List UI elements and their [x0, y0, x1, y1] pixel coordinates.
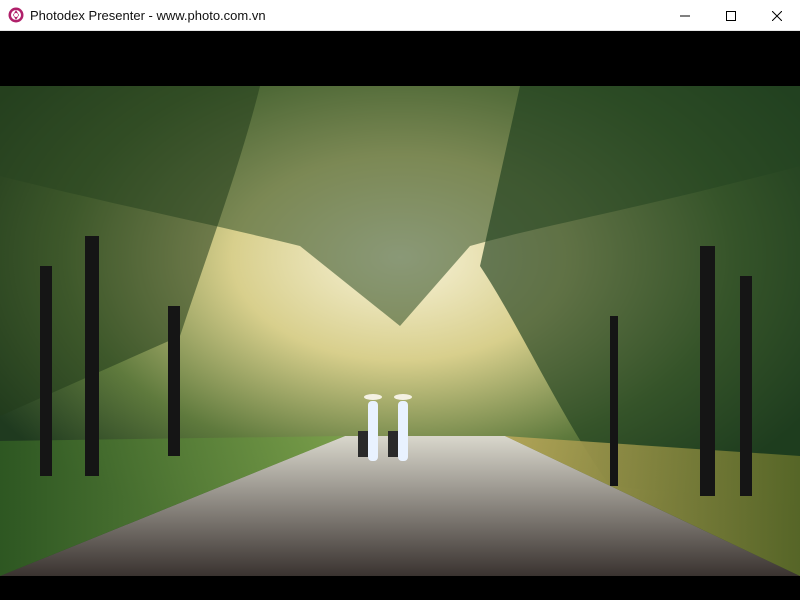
- close-button[interactable]: [754, 0, 800, 31]
- forest-road-photo: [0, 86, 800, 576]
- window-title: Photodex Presenter - www.photo.com.vn: [30, 8, 266, 23]
- maximize-icon: [726, 10, 736, 21]
- slideshow-viewport[interactable]: [0, 31, 800, 600]
- minimize-button[interactable]: [662, 0, 708, 31]
- photo-image: [0, 86, 800, 576]
- close-icon: [772, 10, 782, 21]
- title-bar[interactable]: Photodex Presenter - www.photo.com.vn: [0, 0, 800, 31]
- maximize-button[interactable]: [708, 0, 754, 31]
- minimize-icon: [680, 15, 690, 16]
- photodex-presenter-icon: [8, 7, 24, 23]
